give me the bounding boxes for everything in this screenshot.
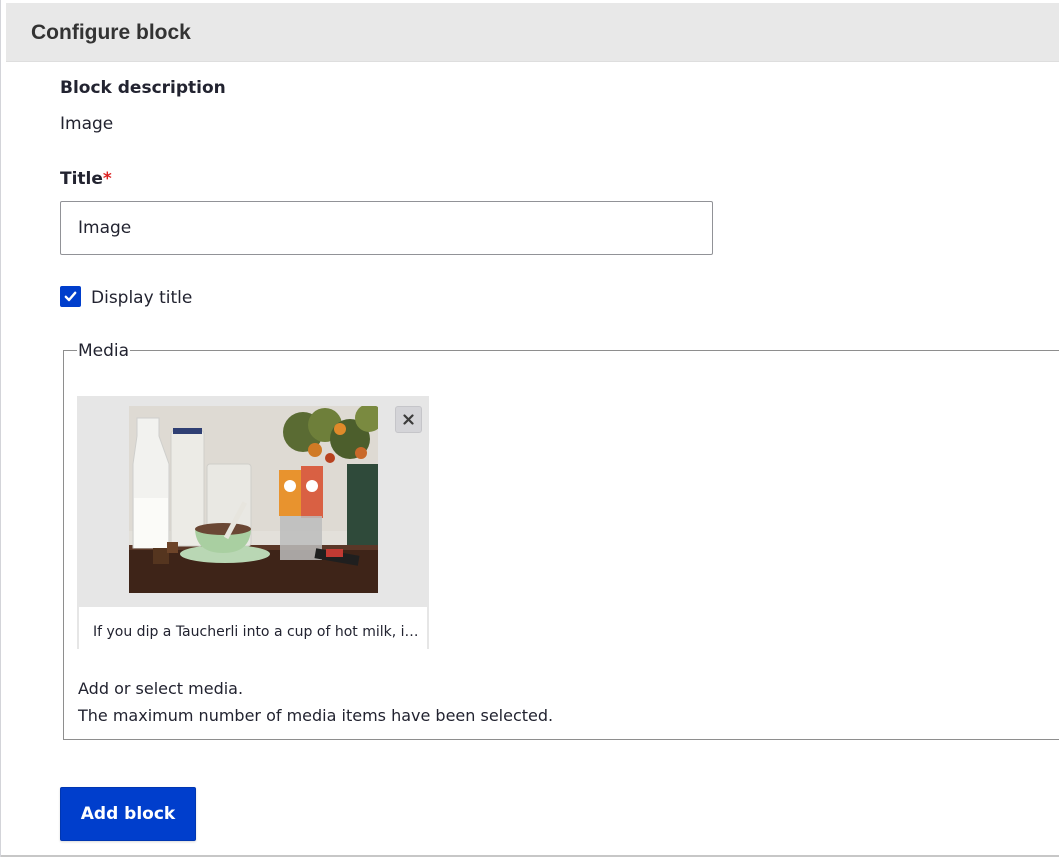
display-title-checkbox[interactable] — [60, 286, 81, 307]
title-input[interactable] — [60, 201, 713, 255]
media-status-text: The maximum number of media items have b… — [78, 706, 554, 725]
media-thumbnail-area — [79, 396, 429, 607]
title-label-text: Title — [60, 169, 103, 189]
media-caption: If you dip a Taucherli into a cup of hot… — [93, 624, 423, 640]
add-block-button[interactable]: Add block — [60, 787, 196, 841]
close-icon — [403, 414, 414, 425]
configure-block-dialog: Configure block Block description Image … — [0, 0, 1059, 857]
dialog-title: Configure block — [31, 21, 191, 44]
title-field-label: Title* — [60, 168, 112, 190]
media-help-text: Add or select media. — [78, 679, 244, 698]
display-title-label[interactable]: Display title — [91, 287, 192, 309]
media-legend: Media — [77, 340, 131, 362]
dialog-header: Configure block — [6, 3, 1059, 62]
remove-media-button[interactable] — [395, 406, 422, 433]
media-item: If you dip a Taucherli into a cup of hot… — [77, 396, 429, 649]
block-description-value: Image — [60, 114, 114, 134]
media-thumbnail-image — [129, 406, 378, 593]
checkmark-icon — [64, 291, 77, 302]
block-description-label: Block description — [60, 78, 226, 98]
required-marker: * — [102, 169, 112, 189]
